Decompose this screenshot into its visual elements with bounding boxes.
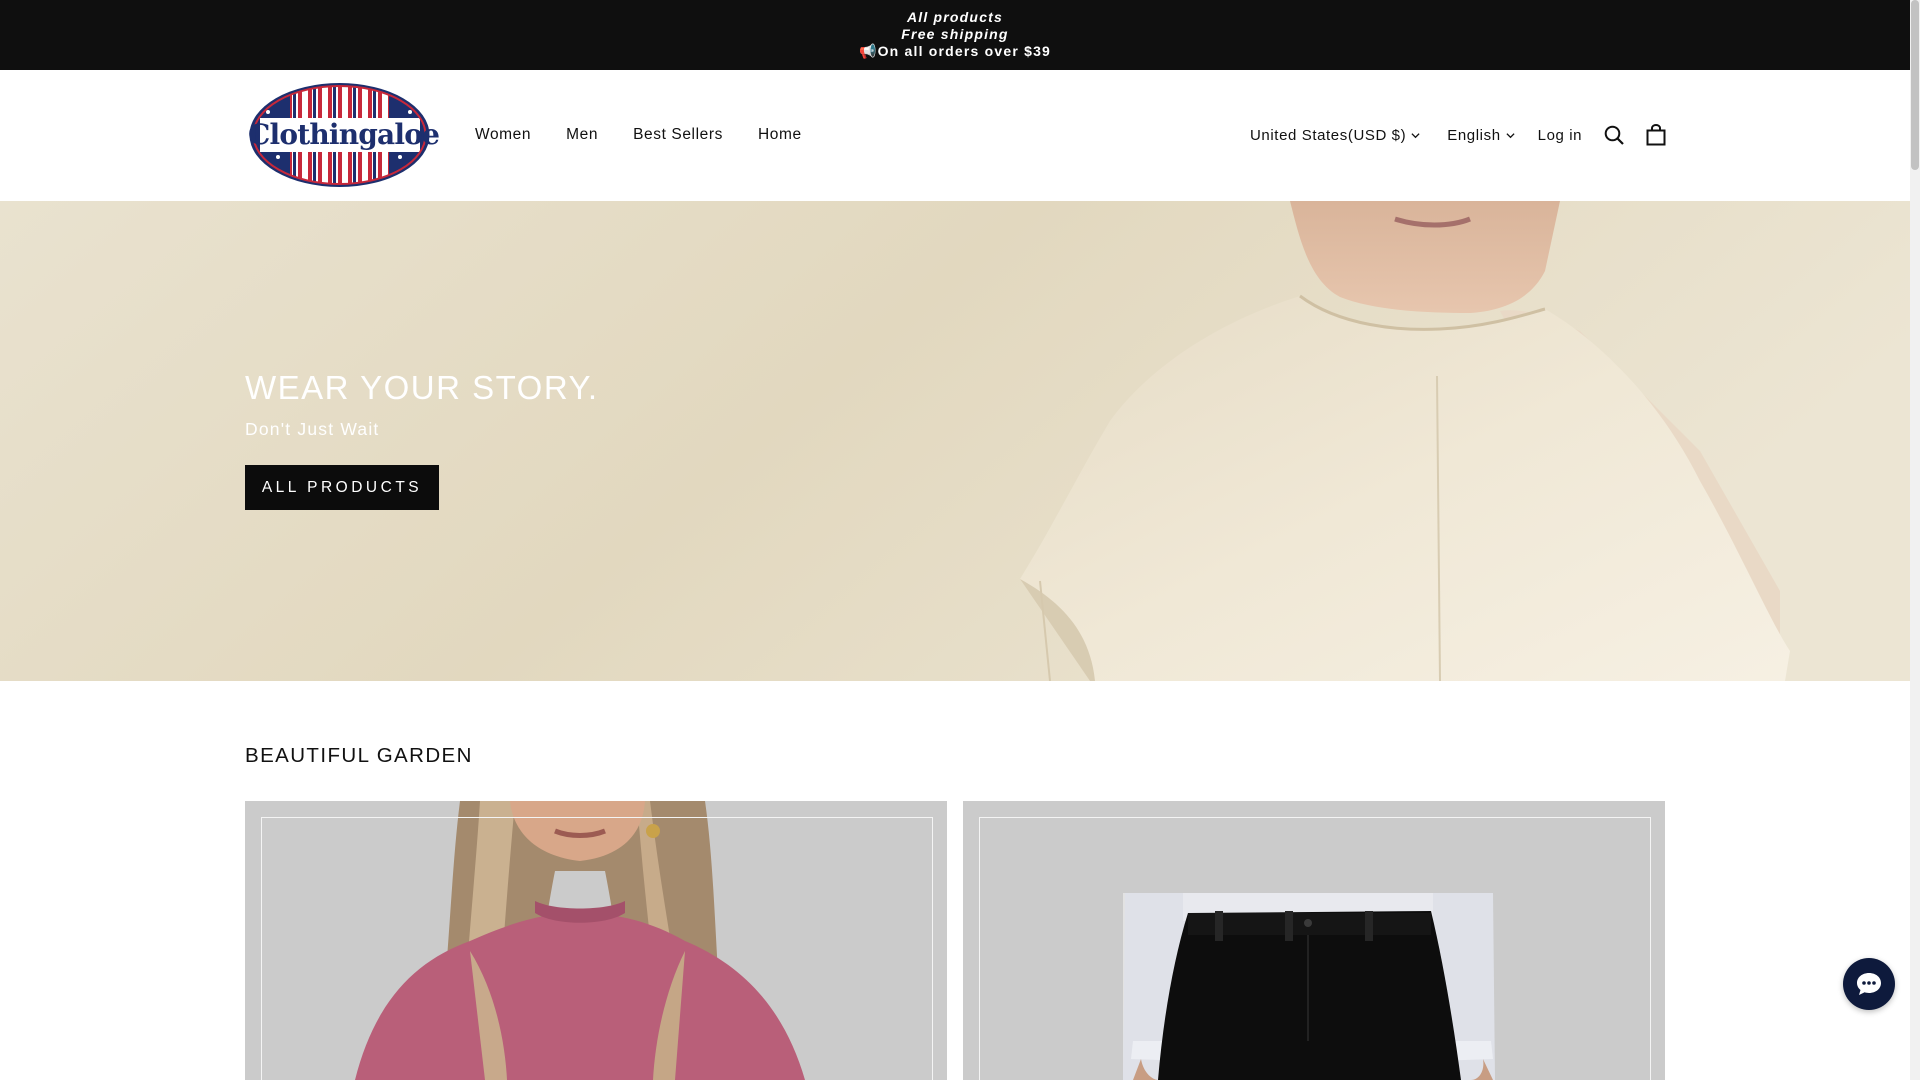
language-selector[interactable]: English <box>1447 126 1515 144</box>
chat-bubble-icon[interactable] <box>1843 958 1895 1010</box>
scrollbar-thumb[interactable] <box>1911 0 1919 170</box>
collection-title: BEAUTIFUL GARDEN <box>245 744 473 767</box>
collection-card-men[interactable] <box>963 801 1665 1080</box>
all-products-button[interactable]: ALL PRODUCTS <box>245 465 439 510</box>
announcement-line-3: On all orders over $39 <box>877 43 1052 59</box>
announcement-line-1: All products <box>906 9 1004 25</box>
hero-subtitle: Don't Just Wait <box>245 419 380 439</box>
shopping-bag-icon[interactable] <box>1645 124 1667 146</box>
megaphone-icon: 📢 <box>858 43 878 59</box>
nav-best-sellers[interactable]: Best Sellers <box>633 126 723 144</box>
country-label: United States(USD $) <box>1250 126 1407 144</box>
nav-home[interactable]: Home <box>758 126 802 144</box>
nav-women[interactable]: Women <box>475 126 531 144</box>
chevron-down-icon <box>1411 132 1420 138</box>
language-label: English <box>1447 126 1501 144</box>
announcement-line-3-wrap: 📢On all orders over $39 <box>0 43 1910 60</box>
main-nav: Women Men Best Sellers Home <box>475 126 837 144</box>
announcement-line-2: Free shipping <box>901 26 1009 42</box>
collection-card-women[interactable] <box>245 801 947 1080</box>
page-scrollbar[interactable] <box>1910 0 1920 1080</box>
card-frame <box>261 817 933 1080</box>
chevron-down-icon <box>1506 132 1515 138</box>
search-icon[interactable] <box>1603 124 1625 146</box>
country-selector[interactable]: United States(USD $) <box>1250 127 1420 144</box>
hero-model-image <box>0 201 1910 681</box>
header-tools: United States(USD $) English Log in <box>1250 124 1667 146</box>
logo-text: Clothingaloe <box>248 118 440 151</box>
chat-dots-icon <box>1857 973 1881 995</box>
announcement-bar: All products Free shipping 📢On all order… <box>0 0 1910 70</box>
brand-logo[interactable]: Clothingaloe <box>248 82 440 188</box>
card-frame <box>979 817 1651 1080</box>
hero-banner: WEAR YOUR STORY. Don't Just Wait ALL PRO… <box>0 201 1910 681</box>
site-header: Clothingaloe Women Men Best Sellers Home… <box>0 70 1910 201</box>
login-link[interactable]: Log in <box>1538 127 1582 144</box>
nav-men[interactable]: Men <box>566 126 598 144</box>
hero-title: WEAR YOUR STORY. <box>245 369 599 406</box>
